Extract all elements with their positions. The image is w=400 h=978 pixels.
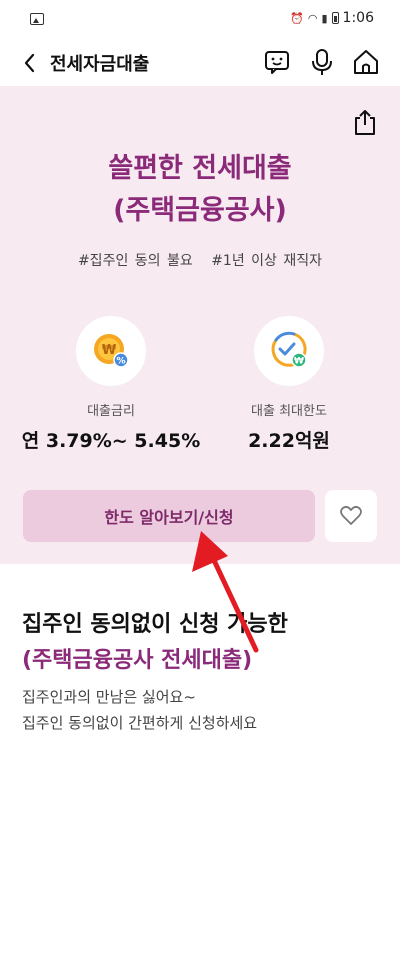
page-title: 전세자금대출 [50, 54, 150, 75]
product-tags: #집주인 동의 불요 #1년 이상 재직자 [0, 250, 400, 270]
home-icon[interactable] [351, 47, 381, 77]
info-title-line2: (주택금융공사 전세대출) [22, 648, 253, 673]
share-icon[interactable] [352, 108, 378, 136]
product-title-line2: (주택금융공사) [113, 195, 287, 226]
info-title-line1: 집주인 동의없이 신청 가능한 [22, 612, 288, 637]
info-desc-line1: 집주인과의 만남은 싫어요~ [22, 688, 196, 706]
interest-rate-label: 대출금리 [87, 404, 135, 419]
interest-rate-value: 연 3.79%~ 5.45% [21, 430, 201, 452]
loan-limit-value: 2.22억원 [248, 430, 330, 452]
clock-check-won-icon: ₩ [271, 331, 307, 368]
tag-landlord-consent: #집주인 동의 불요 [77, 253, 193, 269]
loan-limit-badge: ₩ [254, 316, 324, 386]
loan-limit-label: 대출 최대한도 [251, 404, 327, 419]
heart-icon [340, 505, 362, 525]
product-title-line1: 쓸편한 전세대출 [108, 153, 292, 184]
gallery-icon [30, 13, 44, 25]
app-bar: 전세자금대출 [0, 40, 400, 86]
status-icons: ⏰ ◠ ▮ 1:06 [290, 10, 374, 26]
wifi-icon: ◠ [307, 11, 318, 25]
back-icon[interactable] [18, 49, 46, 77]
favorite-button[interactable] [325, 490, 377, 542]
check-limit-apply-button[interactable]: 한도 알아보기/신청 [23, 490, 315, 542]
chatbot-icon[interactable] [262, 47, 292, 77]
battery-icon [331, 12, 339, 24]
microphone-icon[interactable] [307, 47, 337, 77]
svg-text:%: % [116, 357, 125, 367]
status-time: 1:06 [342, 10, 374, 26]
won-coin-percent-icon: ₩ % [94, 334, 129, 368]
product-hero: 쓸편한 전세대출 (주택금융공사) #집주인 동의 불요 #1년 이상 재직자 … [0, 86, 400, 564]
alarm-icon: ⏰ [290, 11, 304, 25]
status-bar: ⏰ ◠ ▮ 1:06 [0, 0, 400, 40]
info-desc-line2: 집주인 동의없이 간편하게 신청하세요 [22, 714, 258, 732]
svg-text:₩: ₩ [294, 357, 304, 367]
signal-icon: ▮ [321, 11, 328, 25]
tag-employment: #1년 이상 재직자 [211, 253, 323, 269]
interest-rate-badge: ₩ % [76, 316, 146, 386]
